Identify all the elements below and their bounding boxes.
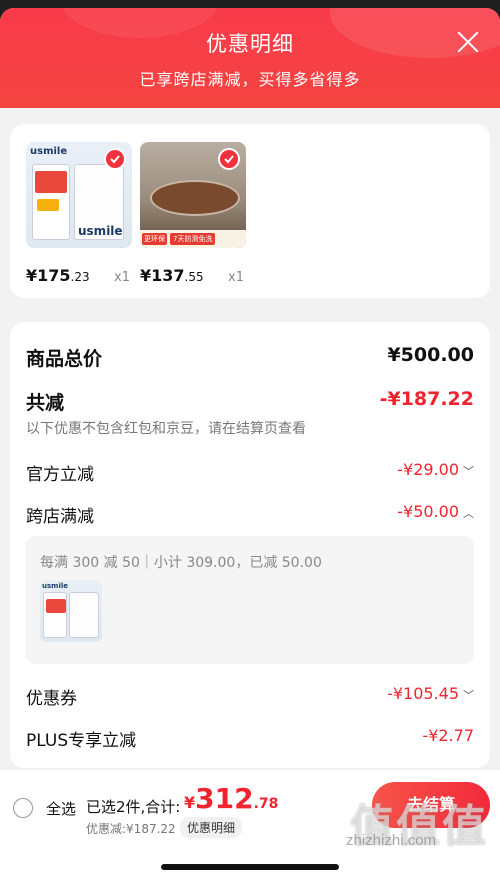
brand-logo: usmile — [42, 582, 68, 590]
product-item[interactable]: usmile usmile ¥175.23 x1 — [26, 142, 134, 285]
cross-store-detail: 每满 300 减 50｜小计 309.00，已减 50.00 usmile — [26, 536, 474, 664]
checked-icon[interactable] — [104, 148, 126, 170]
sheet-title: 优惠明细 — [206, 32, 294, 56]
product-thumbnail: usmile — [40, 580, 102, 642]
select-all-checkbox[interactable] — [13, 798, 33, 818]
product-card: usmile usmile ¥175.23 x1 更环保 7天防滑免洗 ¥137… — [10, 124, 490, 298]
product-image: usmile usmile — [26, 142, 132, 248]
product-box-graphic — [43, 592, 67, 638]
home-indicator — [161, 864, 339, 870]
plus-value: -¥2.77 — [422, 726, 474, 745]
cross-rule: 每满 300 减 50｜小计 309.00，已减 50.00 — [40, 555, 322, 571]
price-detail-card: 商品总价 ¥500.00 共减 -¥187.22 以下优惠不包含红包和京豆，请在… — [10, 322, 490, 768]
product-badge: 7天防滑免洗 — [170, 233, 216, 245]
cross-label: 跨店满减 — [26, 507, 94, 527]
coupon-value: -¥105.45 ﹀ — [387, 684, 474, 703]
discount-detail-button[interactable]: 优惠明细 — [180, 817, 243, 838]
product-item[interactable]: 更环保 7天防滑免洗 ¥137.55 x1 — [140, 142, 248, 285]
sheet-header: 优惠明细 已享跨店满减，买得多省得多 — [0, 8, 500, 108]
product-box-graphic — [32, 164, 70, 240]
reduce-value: -¥187.22 — [379, 388, 474, 410]
chevron-up-icon: ︿ — [463, 507, 474, 520]
brand-logo: usmile — [78, 224, 123, 238]
coupon-label: 优惠券 — [26, 689, 77, 709]
product-image: 更环保 7天防滑免洗 — [140, 142, 246, 248]
cross-value: -¥50.00 ︿ — [397, 502, 474, 521]
discount-summary: 优惠减:¥187.22 — [86, 822, 176, 836]
checked-icon[interactable] — [218, 148, 240, 170]
total-value: ¥500.00 — [387, 344, 474, 366]
plus-label: PLUS专享立减 — [26, 731, 137, 751]
reduce-label: 共减 — [26, 392, 65, 414]
product-badge: 更环保 — [142, 233, 167, 245]
chevron-down-icon: ﹀ — [463, 465, 474, 478]
product-qty: x1 — [228, 270, 244, 285]
product-box-graphic — [69, 592, 99, 638]
watermark-text: zhizhizhi.com — [346, 832, 437, 849]
chevron-down-icon: ﹀ — [463, 689, 474, 702]
official-value: -¥29.00 ﹀ — [397, 460, 474, 479]
discount-note: 以下优惠不包含红包和京豆，请在结算页查看 — [26, 421, 306, 437]
total-sum: ¥312.78 — [184, 782, 279, 815]
select-all-label[interactable]: 全选 — [46, 798, 76, 819]
product-price: ¥137.55 — [140, 266, 204, 285]
product-price: ¥175.23 — [26, 266, 90, 285]
sheet-subtitle: 已享跨店满减，买得多省得多 — [139, 70, 361, 89]
table-graphic — [150, 180, 240, 216]
total-label: 商品总价 — [26, 348, 103, 370]
brand-logo: usmile — [30, 146, 68, 157]
selected-count: 已选2件,合计: — [86, 798, 181, 816]
product-banner: 更环保 7天防滑免洗 — [140, 230, 246, 248]
product-qty: x1 — [114, 270, 130, 285]
close-icon[interactable] — [454, 28, 482, 56]
official-label: 官方立减 — [26, 465, 94, 485]
discount-detail-sheet: 优惠明细 已享跨店满减，买得多省得多 usmile usmile ¥175.23… — [0, 8, 500, 874]
